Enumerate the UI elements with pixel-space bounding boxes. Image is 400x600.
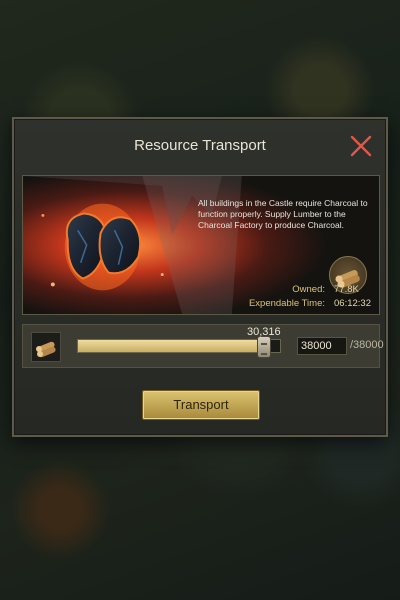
amount-input[interactable] (297, 337, 347, 355)
amount-slider-thumb[interactable] (256, 336, 271, 358)
owned-value: 77.8K (334, 284, 359, 295)
description-text: All buildings in the Castle require Char… (198, 198, 368, 230)
close-button[interactable] (348, 133, 374, 159)
owned-label: Owned: (292, 284, 325, 295)
lumber-icon (31, 332, 61, 362)
dialog-title: Resource Transport (134, 137, 266, 154)
amount-slider-fill (78, 340, 264, 352)
charcoal-artwork (23, 176, 379, 314)
transport-button[interactable]: Transport (142, 390, 260, 420)
amount-slider-track[interactable]: 30,316 (77, 326, 281, 358)
max-amount-label: /38000 (350, 339, 384, 351)
close-icon (350, 135, 372, 157)
resource-transport-dialog: Resource Transport All buildings in the … (12, 117, 388, 437)
current-amount-label: 30,316 (247, 326, 281, 338)
info-banner: All buildings in the Castle require Char… (22, 175, 380, 315)
expendable-time-label: Expendable Time: (248, 298, 325, 309)
amount-slider-row: 30,316 /38000 (22, 324, 384, 368)
expendable-time-value: 06:12:32 (334, 298, 371, 309)
